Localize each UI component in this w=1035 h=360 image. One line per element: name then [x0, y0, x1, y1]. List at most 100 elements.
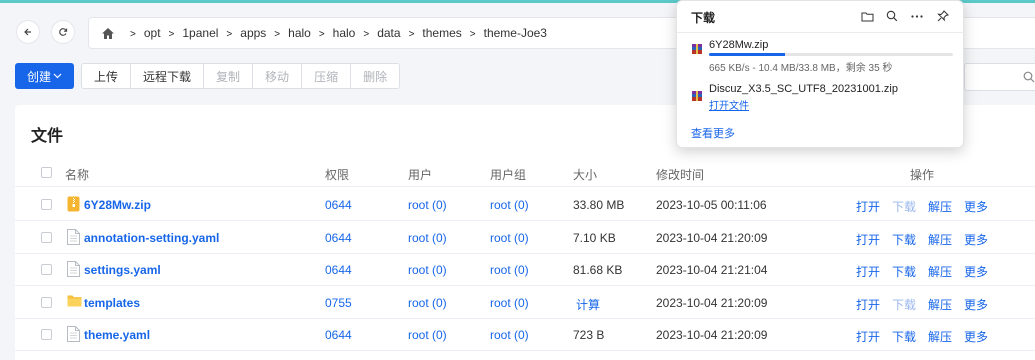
create-button[interactable]: 创建 — [15, 63, 74, 89]
group-link[interactable]: root (0) — [490, 263, 529, 277]
toolbar-button[interactable]: 删除 — [351, 64, 399, 88]
open-button[interactable]: 打开 — [856, 296, 880, 313]
download-button[interactable]: 下载 — [892, 328, 916, 345]
folder-icon — [67, 294, 82, 310]
file-name-link[interactable]: theme.yaml — [84, 328, 150, 342]
download-progress-bar — [709, 53, 953, 56]
breadcrumb-separator: > — [274, 29, 281, 40]
breadcrumb-item[interactable]: 1panel — [182, 26, 218, 40]
more-button[interactable]: 更多 — [964, 198, 988, 215]
more-icon[interactable] — [909, 8, 925, 24]
open-button[interactable]: 打开 — [856, 198, 880, 215]
chevron-down-icon — [53, 73, 62, 79]
extract-button[interactable]: 解压 — [928, 198, 952, 215]
group-link[interactable]: root (0) — [490, 296, 529, 310]
breadcrumb-item[interactable]: themes — [422, 26, 461, 40]
search-icon[interactable] — [884, 8, 900, 24]
breadcrumb-item[interactable]: halo — [288, 26, 311, 40]
more-button[interactable]: 更多 — [964, 296, 988, 313]
extract-button[interactable]: 解压 — [928, 328, 952, 345]
file-name-link[interactable]: templates — [84, 296, 140, 310]
more-button[interactable]: 更多 — [964, 231, 988, 248]
col-name[interactable]: 名称 — [65, 166, 89, 183]
toolbar-button[interactable]: 复制 — [204, 64, 254, 88]
perm-link[interactable]: 0644 — [325, 231, 352, 245]
more-button[interactable]: 更多 — [964, 328, 988, 345]
perm-link[interactable]: 0644 — [325, 263, 352, 277]
open-file-link[interactable]: 打开文件 — [709, 97, 749, 112]
page-title: 文件 — [31, 128, 64, 145]
folder-icon[interactable] — [859, 8, 875, 24]
open-button[interactable]: 打开 — [856, 231, 880, 248]
more-button[interactable]: 更多 — [964, 263, 988, 280]
col-user: 用户 — [408, 168, 433, 182]
home-icon[interactable] — [101, 27, 115, 40]
download-filename[interactable]: Discuz_X3.5_SC_UTF8_20231001.zip — [709, 83, 898, 95]
download-button[interactable]: 下载 — [892, 231, 916, 248]
file-action-group: 上传 远程下载 复制 移动 压缩 删除 — [81, 63, 401, 89]
download-button[interactable]: 下载 — [892, 198, 916, 215]
see-more-link[interactable]: 查看更多 — [691, 125, 735, 141]
row-checkbox[interactable] — [41, 329, 52, 340]
refresh-button[interactable] — [51, 20, 75, 44]
file-icon — [67, 261, 81, 277]
table-row[interactable]: theme.yaml 0644 root (0) root (0) 723 B 2023-… — [15, 318, 1035, 351]
compute-size-link[interactable]: 计算 — [576, 296, 600, 313]
col-mtime: 修改时间 — [656, 168, 705, 182]
table-row[interactable]: templates 0755 root (0) root (0) 计算 2023-10-0… — [15, 286, 1035, 319]
modified-time: 2023-10-04 21:21:04 — [656, 263, 768, 277]
breadcrumb-item[interactable]: apps — [240, 26, 266, 40]
table-row[interactable]: 6Y28Mw.zip 0644 root (0) root (0) 33.80 MB 20… — [15, 188, 1035, 221]
user-link[interactable]: root (0) — [408, 198, 447, 212]
file-name-link[interactable]: annotation-setting.yaml — [84, 231, 219, 245]
back-button[interactable] — [16, 20, 40, 44]
download-button[interactable]: 下载 — [892, 296, 916, 313]
select-all-checkbox[interactable] — [41, 167, 52, 178]
toolbar-button[interactable]: 远程下载 — [131, 64, 205, 88]
row-checkbox[interactable] — [41, 264, 52, 275]
breadcrumb-separator: > — [226, 29, 233, 40]
open-button[interactable]: 打开 — [856, 263, 880, 280]
extract-button[interactable]: 解压 — [928, 296, 952, 313]
group-link[interactable]: root (0) — [490, 198, 529, 212]
table-header: 名称 权限 用户 用户组 大小 修改时间 操作 — [15, 157, 1035, 187]
breadcrumb-item[interactable]: opt — [144, 26, 161, 40]
modified-time: 2023-10-04 21:20:09 — [656, 328, 768, 342]
file-name-link[interactable]: settings.yaml — [84, 263, 161, 277]
table-row[interactable]: annotation-setting.yaml 0644 root (0) root … — [15, 221, 1035, 254]
user-link[interactable]: root (0) — [408, 328, 447, 342]
file-size: 33.80 MB — [573, 198, 625, 212]
toolbar-button[interactable]: 移动 — [253, 64, 303, 88]
user-link[interactable]: root (0) — [408, 263, 447, 277]
col-group: 用户组 — [490, 168, 527, 182]
breadcrumb-separator: > — [408, 29, 415, 40]
perm-link[interactable]: 0644 — [325, 198, 352, 212]
archive-icon — [692, 91, 702, 101]
extract-button[interactable]: 解压 — [928, 231, 952, 248]
toolbar-button[interactable]: 上传 — [82, 64, 132, 88]
breadcrumb-item[interactable]: halo — [333, 26, 356, 40]
download-filename[interactable]: 6Y28Mw.zip — [709, 39, 768, 51]
open-button[interactable]: 打开 — [856, 328, 880, 345]
user-link[interactable]: root (0) — [408, 296, 447, 310]
file-icon — [67, 326, 81, 342]
toolbar: 创建 上传 远程下载 复制 移动 压缩 删除 — [15, 63, 401, 89]
row-checkbox[interactable] — [41, 231, 52, 243]
group-link[interactable]: root (0) — [490, 231, 529, 245]
user-link[interactable]: root (0) — [408, 231, 447, 245]
perm-link[interactable]: 0644 — [325, 328, 352, 342]
breadcrumb-item[interactable]: data — [377, 26, 400, 40]
row-checkbox[interactable] — [41, 199, 52, 210]
row-checkbox[interactable] — [41, 296, 52, 308]
search-input[interactable] — [964, 63, 1035, 91]
file-name-link[interactable]: 6Y28Mw.zip — [84, 198, 151, 212]
toolbar-button[interactable]: 压缩 — [302, 64, 352, 88]
zip-file-icon — [67, 196, 81, 212]
pin-icon[interactable] — [935, 8, 951, 24]
breadcrumb-item[interactable]: theme-Joe3 — [484, 26, 547, 40]
perm-link[interactable]: 0755 — [325, 296, 352, 310]
download-button[interactable]: 下载 — [892, 263, 916, 280]
table-row[interactable]: settings.yaml 0644 root (0) root (0) 81.68 K… — [15, 253, 1035, 286]
group-link[interactable]: root (0) — [490, 328, 529, 342]
extract-button[interactable]: 解压 — [928, 263, 952, 280]
